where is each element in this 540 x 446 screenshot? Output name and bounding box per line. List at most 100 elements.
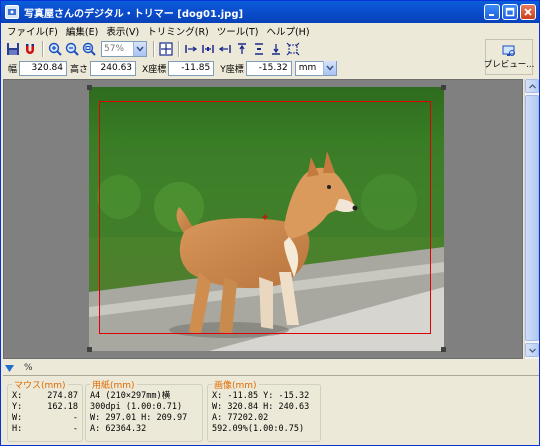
resize-handle-bottom-right[interactable] bbox=[441, 347, 446, 352]
info-panel: マウス(mm) X: 274.87 Y: 162.18 W: - H: - 用紙(mm)… bbox=[3, 375, 539, 445]
zoom-in-icon bbox=[48, 42, 62, 56]
width-label: 幅 bbox=[8, 64, 18, 75]
align-left-button[interactable] bbox=[183, 41, 199, 57]
triangle-down-icon bbox=[5, 364, 14, 372]
toolbar-separator bbox=[178, 41, 180, 57]
vertical-scrollbar[interactable] bbox=[524, 79, 539, 359]
magnet-button[interactable] bbox=[22, 41, 38, 57]
mouse-h-value: - bbox=[72, 424, 78, 434]
x-coordinate-input[interactable]: -11.85 bbox=[168, 60, 215, 76]
toolbar-separator bbox=[153, 41, 155, 57]
zoom-out-icon bbox=[65, 42, 79, 56]
mouse-w-value: - bbox=[72, 413, 78, 423]
zoom-in-button[interactable] bbox=[47, 41, 63, 57]
scroll-down-button[interactable] bbox=[525, 343, 539, 357]
paper-group: 用紙(mm) A4 (210×297mm)横 300dpi (1.00:0.71… bbox=[85, 378, 203, 442]
zoom-dropdown[interactable]: 57% bbox=[101, 41, 147, 57]
mouse-group: マウス(mm) X: 274.87 Y: 162.18 W: - H: - bbox=[7, 378, 83, 442]
align-horizontal-center-icon bbox=[202, 45, 214, 53]
center-button[interactable] bbox=[158, 41, 174, 57]
zoom-fit-icon bbox=[82, 42, 96, 56]
app-icon bbox=[5, 5, 19, 19]
zoom-out-button[interactable] bbox=[64, 41, 80, 57]
align-hcenter-button[interactable] bbox=[200, 41, 216, 57]
menu-view[interactable]: 表示(V) bbox=[102, 24, 143, 38]
mouse-h-key: H: bbox=[12, 424, 23, 434]
menu-help[interactable]: ヘルプ(H) bbox=[262, 24, 313, 38]
menu-tools[interactable]: ツール(T) bbox=[213, 24, 263, 38]
preview-button[interactable]: プレビュー... bbox=[483, 39, 535, 75]
fit-frame-button[interactable] bbox=[285, 41, 301, 57]
image-dimensions: W: 320.84 H: 240.63 bbox=[212, 402, 310, 412]
info-panel-toggle[interactable]: % bbox=[5, 361, 33, 375]
app-window: 写真屋さんのデジタル・トリマー [dog01.jpg] ファイル(F) 編集(E… bbox=[0, 0, 540, 446]
align-top-button[interactable] bbox=[234, 41, 250, 57]
align-bottom-button[interactable] bbox=[268, 41, 284, 57]
paper-dpi: 300dpi (1.00:0.71) bbox=[90, 402, 183, 412]
paper-legend: 用紙(mm) bbox=[92, 381, 135, 391]
preview-label: プレビュー... bbox=[483, 59, 535, 70]
menu-edit[interactable]: 編集(E) bbox=[62, 24, 102, 38]
image-area: A: 77202.02 bbox=[212, 413, 269, 423]
maximize-button[interactable] bbox=[502, 4, 518, 20]
paper-dimensions: W: 297.01 H: 209.97 bbox=[90, 413, 188, 423]
chevron-down-icon[interactable] bbox=[133, 42, 146, 56]
align-right-button[interactable] bbox=[217, 41, 233, 57]
dimension-toolbar: 幅 320.84 高さ 240.63 X座標 -11.85 Y座標 -15.32… bbox=[1, 59, 481, 77]
menu-trimming[interactable]: トリミング(R) bbox=[143, 24, 213, 38]
toolbar-separator bbox=[42, 41, 44, 57]
image-scale: 592.09%(1.00:0.75) bbox=[212, 424, 305, 434]
main-toolbar: 57% bbox=[1, 39, 539, 59]
image-group: 画像(mm) X: -11.85 Y: -15.32 W: 320.84 H: … bbox=[207, 378, 321, 442]
chevron-up-icon bbox=[528, 83, 536, 88]
paper-area: A: 62364.32 bbox=[90, 424, 147, 434]
resize-handle-top-left[interactable] bbox=[87, 85, 92, 90]
toggle-label: % bbox=[24, 363, 33, 373]
save-button[interactable] bbox=[5, 41, 21, 57]
resize-handle-bottom-left[interactable] bbox=[87, 347, 92, 352]
y-coordinate-label: Y座標 bbox=[220, 64, 244, 75]
zoom-value: 57% bbox=[104, 44, 125, 54]
mouse-x-value: 274.87 bbox=[47, 391, 78, 401]
align-left-icon bbox=[185, 45, 198, 53]
resize-handle-top-right[interactable] bbox=[441, 85, 446, 90]
paper-size: A4 (210×297mm)横 bbox=[90, 391, 171, 401]
magnet-icon bbox=[26, 44, 34, 54]
mouse-y-key: Y: bbox=[12, 402, 23, 412]
mouse-w-key: W: bbox=[12, 413, 23, 423]
mouse-row: H: - bbox=[12, 424, 78, 435]
menu-bar: ファイル(F) 編集(E) 表示(V) トリミング(R) ツール(T) ヘルプ(… bbox=[1, 23, 539, 38]
width-input[interactable]: 320.84 bbox=[19, 60, 68, 76]
crop-frame[interactable] bbox=[89, 87, 444, 351]
minimize-button[interactable] bbox=[484, 4, 500, 20]
menu-file[interactable]: ファイル(F) bbox=[3, 24, 62, 38]
unit-dropdown[interactable]: mm bbox=[294, 60, 337, 76]
x-coordinate-label: X座標 bbox=[142, 64, 167, 75]
image-position: X: -11.85 Y: -15.32 bbox=[212, 391, 310, 401]
chevron-down-icon[interactable] bbox=[322, 61, 336, 75]
zoom-fit-button[interactable] bbox=[81, 41, 97, 57]
close-icon bbox=[524, 8, 532, 16]
mouse-x-key: X: bbox=[12, 391, 23, 401]
align-vertical-center-icon bbox=[255, 43, 263, 55]
mouse-legend: マウス(mm) bbox=[14, 381, 66, 391]
expand-frame-icon bbox=[286, 42, 300, 56]
window-controls bbox=[484, 4, 536, 20]
minimize-icon bbox=[489, 14, 494, 16]
chevron-down-icon bbox=[528, 348, 536, 353]
crop-center-marker bbox=[262, 214, 268, 220]
image-legend: 画像(mm) bbox=[214, 381, 257, 391]
scroll-up-button[interactable] bbox=[525, 79, 539, 93]
y-coordinate-input[interactable]: -15.32 bbox=[245, 60, 292, 76]
mouse-row: W: - bbox=[12, 413, 78, 424]
window-title: 写真屋さんのデジタル・トリマー [dog01.jpg] bbox=[24, 8, 244, 20]
maximize-icon bbox=[505, 7, 515, 17]
align-bottom-icon bbox=[272, 44, 280, 55]
height-label: 高さ bbox=[70, 64, 89, 75]
close-button[interactable] bbox=[520, 4, 536, 20]
title-bar[interactable]: 写真屋さんのデジタル・トリマー [dog01.jpg] bbox=[1, 1, 539, 23]
height-input[interactable]: 240.63 bbox=[90, 60, 137, 76]
scroll-thumb[interactable] bbox=[525, 95, 539, 341]
monitor-preview-icon bbox=[502, 45, 515, 56]
align-vcenter-button[interactable] bbox=[251, 41, 267, 57]
